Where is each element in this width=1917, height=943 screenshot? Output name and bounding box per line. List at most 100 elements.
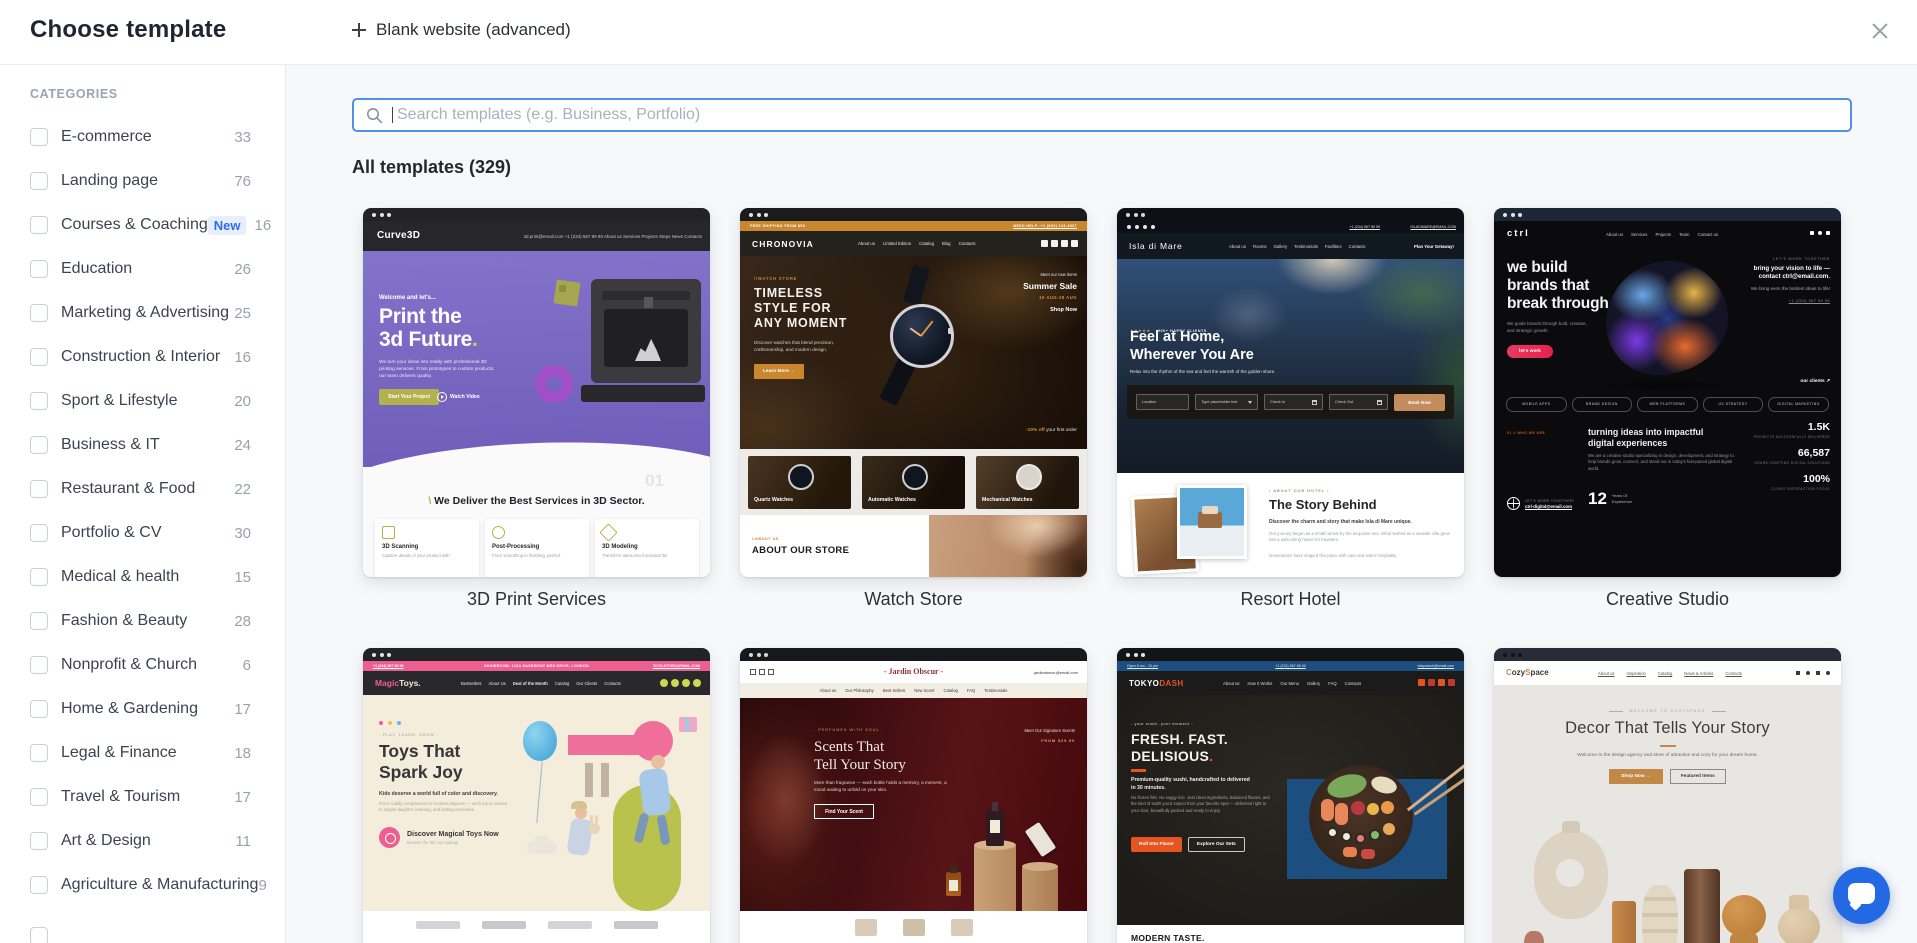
sidebar-item-education[interactable]: Education26	[30, 257, 251, 281]
preview-nav-links: About usInspirationCatalogNews & Article…	[1598, 671, 1742, 676]
preview-hero: WELCOME TO COZYSPACE Decor That Tells Yo…	[1494, 685, 1841, 943]
checkbox[interactable]	[30, 876, 48, 894]
sidebar-item-business-it[interactable]: Business & IT24	[30, 433, 251, 457]
preview-hero: Welcome and let's... Print the 3d Future…	[363, 251, 710, 467]
signature-note: Meet Our Signature Scents FROM $29.99	[1024, 728, 1075, 743]
cta-sub: Browse the full toy catalog!	[407, 840, 499, 845]
sidebar-item-restaurant-food[interactable]: Restaurant & Food22	[30, 477, 251, 501]
contact-text: We bring even the boldest ideas to life!	[1736, 286, 1830, 293]
hero-text: Welcome to the design agency and store o…	[1494, 753, 1841, 758]
learn-more-button: Learn More →	[754, 364, 804, 379]
header-email: jardinobscur@email.com	[1034, 670, 1078, 675]
feature-title: Post-Processing	[492, 544, 582, 550]
feature-card: 3D Scanning Capture details of your prod…	[375, 519, 479, 577]
booking-field-location: Location	[1136, 394, 1189, 410]
start-project-button: Start Your Project	[379, 389, 439, 405]
hero-title: Toys ThatSpark Joy	[379, 741, 463, 782]
close-icon[interactable]	[1869, 20, 1891, 42]
checkbox[interactable]	[30, 480, 48, 498]
hero-kicker: - PLAY, LEARN, GROW -	[379, 733, 439, 737]
browser-chrome	[1494, 208, 1841, 221]
calendar-icon	[1377, 400, 1382, 405]
blank-website-button[interactable]: Blank website (advanced)	[352, 20, 571, 40]
checkbox[interactable]	[30, 788, 48, 806]
sidebar-item-portfolio-cv[interactable]: Portfolio & CV30	[30, 521, 251, 545]
sidebar-item-travel-tourism[interactable]: Travel & Tourism17	[30, 785, 251, 809]
toys-collage	[513, 695, 710, 911]
browser-chrome	[363, 208, 710, 221]
browser-chrome	[363, 648, 710, 661]
checkbox[interactable]	[30, 568, 48, 586]
hero-text: From cuddly companions to creative plays…	[379, 801, 511, 814]
checkbox[interactable]	[30, 927, 48, 943]
preview-nav-links: About usRoomsGalleryTestimonialsFaciliti…	[1229, 244, 1366, 249]
sidebar-item-home-gardening[interactable]: Home & Gardening17	[30, 697, 251, 721]
sidebar-item-ecommerce[interactable]: E-commerce33	[30, 125, 251, 149]
sidebar-item-art-design[interactable]: Art & Design11	[30, 829, 251, 853]
checkbox[interactable]	[30, 128, 48, 146]
about-title: ABOUT OUR STORE	[752, 545, 849, 556]
preview-header: - Jardin Obscur - jardinobscur@email.com	[740, 661, 1087, 683]
sidebar-item-landing-page[interactable]: Landing page76	[30, 169, 251, 193]
stat-label: CLIENT SATISFACTION FOCUS	[1754, 487, 1830, 491]
sidebar-item-nonprofit-church[interactable]: Nonprofit & Church6	[30, 653, 251, 677]
sidebar-item-courses-coaching[interactable]: Courses & CoachingNew16	[30, 213, 251, 237]
checkbox[interactable]	[30, 832, 48, 850]
preview-nav: Curve3D 3d.print@email.com +1 (234) 567 …	[363, 221, 710, 251]
checkbox[interactable]	[30, 172, 48, 190]
sidebar-item-sport-lifestyle[interactable]: Sport & Lifestyle20	[30, 389, 251, 413]
checkbox[interactable]	[30, 260, 48, 278]
watch-graphic	[880, 262, 990, 442]
nav-cta: Plan Your Getaway!	[1414, 244, 1454, 249]
search-icon	[366, 107, 383, 124]
checkbox[interactable]	[30, 392, 48, 410]
model-icon	[599, 523, 617, 541]
template-card-creative-studio[interactable]: ctrl About usServicesProjectsTeamContact…	[1494, 208, 1841, 610]
preview-hero: ★★★★★ 900+ HAPPY CLIENTS Feel at Home,Wh…	[1117, 259, 1464, 473]
checkbox[interactable]	[30, 656, 48, 674]
blob-graphic	[1606, 261, 1728, 375]
checkbox[interactable]	[30, 348, 48, 366]
sidebar-item-medical-health[interactable]: Medical & health15	[30, 565, 251, 589]
checkbox[interactable]	[30, 700, 48, 718]
stat-value: 1.5K	[1754, 421, 1830, 433]
scan-icon	[382, 526, 395, 539]
story-lead: Discover the charm and story that make I…	[1269, 519, 1451, 525]
preview-nav: About usOur PhilosophyBest SellersNew Sc…	[740, 683, 1087, 698]
template-card-tokyodash[interactable]: Open 8 am - 10 pm +1 (234) 567 89 00 tok…	[1117, 648, 1464, 943]
preview-nav: TOKYODASH About usHow It WorksOur MenuGa…	[1117, 671, 1464, 695]
hero-text: We guide brands through bold, creative, …	[1507, 321, 1591, 335]
template-card-3d-print-services[interactable]: Curve3D 3d.print@email.com +1 (234) 567 …	[363, 208, 710, 610]
page-title: Choose template	[30, 16, 226, 44]
template-name: Creative Studio	[1494, 589, 1841, 610]
template-card-cozyspace[interactable]: CozySpace About usInspirationCatalogNews…	[1494, 648, 1841, 943]
search-box[interactable]	[352, 98, 1852, 132]
checkbox[interactable]	[30, 612, 48, 630]
contact-block: LET'S WORK TOGETHER bring your vision to…	[1736, 257, 1830, 303]
categories-sidebar: CATEGORIES E-commerce33 Landing page76 C…	[0, 65, 286, 943]
contact-title: bring your vision to life — contact ctrl…	[1736, 265, 1830, 281]
checkbox[interactable]	[30, 744, 48, 762]
template-card-watch-store[interactable]: FREE SHIPPING FROM $50 NEED HELP: +1 (80…	[740, 208, 1087, 610]
chat-widget-button[interactable]	[1833, 867, 1890, 924]
checkbox[interactable]	[30, 216, 48, 234]
checkbox[interactable]	[30, 524, 48, 542]
sidebar-item-construction-interior[interactable]: Construction & Interior16	[30, 345, 251, 369]
sidebar-item-agriculture-manufacturing[interactable]: Agriculture & Manufacturing9	[30, 873, 251, 897]
sidebar-item-legal-finance[interactable]: Legal & Finance18	[30, 741, 251, 765]
checkbox[interactable]	[30, 436, 48, 454]
sidebar-item-partial[interactable]	[30, 924, 251, 943]
checkbox[interactable]	[30, 304, 48, 322]
template-card-magictoys[interactable]: +1 (234) 567 89 99 SHOWROOM: 123A EASEMO…	[363, 648, 710, 943]
template-card-resort-hotel[interactable]: +1 (234) 567 89 99 ISLADIMARE@EMAIL.COM …	[1117, 208, 1464, 610]
sidebar-item-marketing-advertising[interactable]: Marketing & Advertising25	[30, 301, 251, 325]
modern-taste-section: MODERN TASTE.	[1117, 925, 1464, 943]
search-input[interactable]	[393, 105, 1850, 125]
hero-text: Discover watches that blend precision, c…	[754, 340, 862, 354]
preview-nav-links: About usServicesProjectsTeamContact us	[1606, 232, 1718, 237]
sidebar-item-fashion-beauty[interactable]: Fashion & Beauty28	[30, 609, 251, 633]
products-strip	[740, 911, 1087, 943]
new-badge: New	[208, 216, 247, 235]
template-card-jardin-obscur[interactable]: - Jardin Obscur - jardinobscur@email.com…	[740, 648, 1087, 943]
perfume-graphic	[940, 788, 1087, 911]
